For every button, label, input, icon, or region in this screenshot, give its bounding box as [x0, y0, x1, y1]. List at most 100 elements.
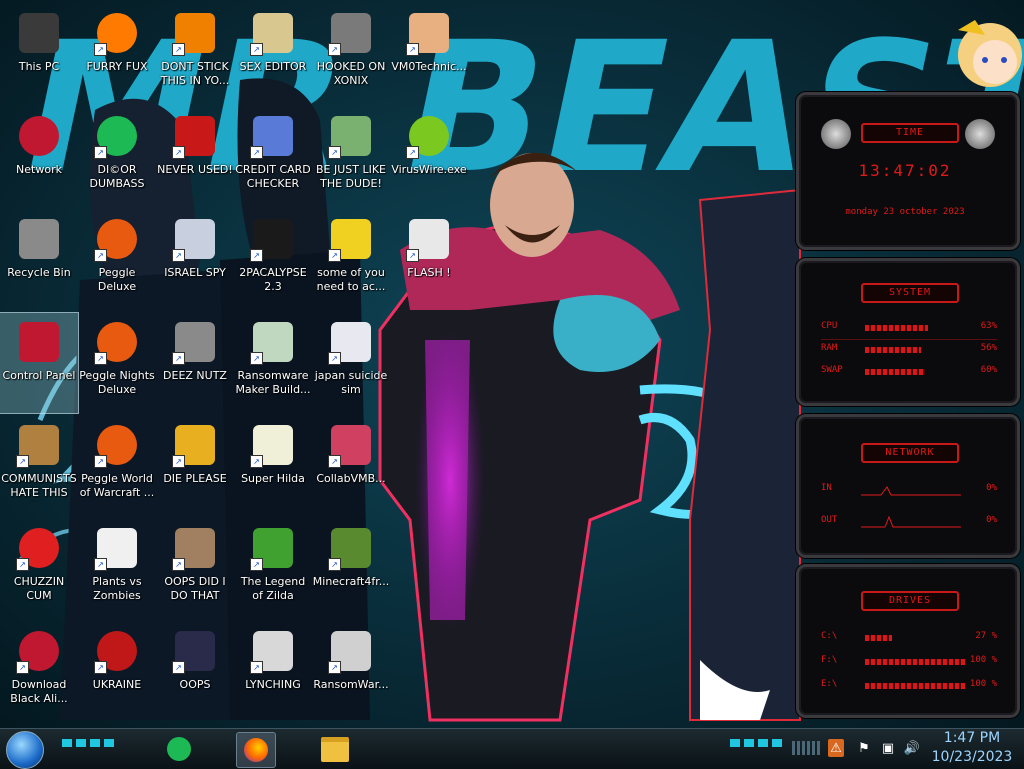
desktop-icon[interactable]: ↗ OOPS DID I DO THAT	[156, 519, 234, 619]
drive-row-bar	[865, 659, 965, 665]
dude-icon: ↗	[328, 113, 374, 159]
desktop-icon-label: CollabVMB...	[316, 472, 386, 485]
desktop-icon[interactable]: ↗ japan suicide sim	[312, 313, 390, 413]
minecraft-icon: ↗	[328, 525, 374, 571]
desktop-icon[interactable]: ↗ OOPS	[156, 622, 234, 722]
desktop-icon[interactable]: ↗ Ransomware Maker Build...	[234, 313, 312, 413]
system-row-value: 63%	[980, 321, 997, 331]
shortcut-arrow-icon: ↗	[94, 455, 107, 468]
desktop-icon[interactable]: Recycle Bin	[0, 210, 78, 310]
shortcut-arrow-icon: ↗	[172, 146, 185, 159]
desktop-icon-label: OOPS	[179, 678, 211, 691]
time-gadget[interactable]: TIME 13:47:02 monday 23 october 2023	[796, 92, 1020, 250]
desktop-icon[interactable]: ↗ FLASH !	[390, 210, 468, 310]
desktop-icon[interactable]: ↗ ISRAEL SPY	[156, 210, 234, 310]
drives-gadget[interactable]: DRIVES C:\ 27 % F:\ 100 % E:\ 100 %	[796, 564, 1020, 718]
desktop-icon[interactable]: ↗ CREDIT CARD CHECKER	[234, 107, 312, 207]
desktop-icon[interactable]: ↗ UKRAINE	[78, 622, 156, 722]
desktop-icon[interactable]: ↗ NEVER USED!	[156, 107, 234, 207]
taskbar-clock[interactable]: 1:47 PM 10/23/2023	[930, 729, 1014, 767]
desktop-icon-label: Download Black Ali...	[10, 678, 68, 705]
taskbar: ⚠ ⚑ ▣ 🔊 1:47 PM 10/23/2023	[0, 728, 1024, 769]
lime-icon: ↗	[406, 113, 452, 159]
system-row-label: CPU	[821, 321, 838, 331]
network-gadget[interactable]: NETWORK IN 0% OUT 0%	[796, 414, 1020, 558]
desktop-icon[interactable]: This PC	[0, 4, 78, 104]
desktop-icon[interactable]: ↗ Peggle World of Warcraft ...	[78, 416, 156, 516]
desktop-icon[interactable]: ↗ COMMUNISTS HATE THIS G...	[0, 416, 78, 516]
desktop-icon[interactable]: ↗ Plants vs Zombies	[78, 519, 156, 619]
desktop-icon[interactable]: ↗ RansomWar...	[312, 622, 390, 722]
desktop-icon-label: The Legend of Zilda	[240, 575, 306, 602]
desktop-icon[interactable]: ↗ Minecraft4fr...	[312, 519, 390, 619]
taskbar-spotify-button[interactable]	[160, 732, 198, 766]
desktop-icon-label: FLASH !	[407, 266, 451, 279]
desktop-icon[interactable]: ↗ VirusWire.exe	[390, 107, 468, 207]
shortcut-arrow-icon: ↗	[406, 43, 419, 56]
shortcut-arrow-icon: ↗	[328, 352, 341, 365]
network-icon[interactable]: ▣	[880, 739, 896, 757]
desktop-icon[interactable]: ↗ Peggle Nights Deluxe	[78, 313, 156, 413]
desktop-icon[interactable]: ↗ Peggle Deluxe	[78, 210, 156, 310]
start-orb-icon[interactable]	[6, 731, 44, 769]
speaker-icon[interactable]: 🔊	[904, 739, 920, 757]
shortcut-arrow-icon: ↗	[250, 661, 263, 674]
spotify-icon	[167, 737, 191, 761]
time-gadget-title: TIME	[861, 123, 959, 143]
system-row-value: 56%	[980, 343, 997, 353]
flash-file-icon: ↗	[406, 216, 452, 262]
pixel-hilda-icon: ↗	[250, 422, 296, 468]
desktop-icon-label: Minecraft4fr...	[312, 575, 390, 588]
desktop-icon[interactable]: ↗ CollabVMB...	[312, 416, 390, 516]
network-out-value: 0%	[986, 515, 997, 525]
spotify-icon: ↗	[94, 113, 140, 159]
desktop-icon[interactable]: ↗ SEX EDITOR	[234, 4, 312, 104]
desktop-icon-label: 2PACALYPSE 2.3	[239, 266, 307, 293]
desktop-icon-label: OOPS DID I DO THAT	[164, 575, 226, 602]
desktop-icon-label: VirusWire.exe	[391, 163, 467, 176]
desktop-icon[interactable]: ↗ Download Black Ali...	[0, 622, 78, 722]
skull-icon: ↗	[328, 628, 374, 674]
desktop-icon[interactable]: ↗ The Legend of Zilda	[234, 519, 312, 619]
desktop-icon[interactable]: ↗ FURRY FUX	[78, 4, 156, 104]
taskbar-decoration	[62, 739, 116, 747]
desktop-icon[interactable]: ↗ 2PACALYPSE 2.3	[234, 210, 312, 310]
taskbar-firefox-button[interactable]	[236, 732, 276, 768]
desktop-icon[interactable]: ↗ DI©OR DUMBASS	[78, 107, 156, 207]
system-gadget[interactable]: SYSTEM CPU 63% RAM 56% SWAP 60%	[796, 258, 1020, 406]
desktop-icon-label: Ransomware Maker Build...	[235, 369, 311, 396]
system-row-label: SWAP	[821, 365, 843, 375]
window-app-icon: ↗	[250, 319, 296, 365]
shield-icon[interactable]: ⚠	[828, 739, 844, 757]
desktop-icon[interactable]: ↗ DIE PLEASE	[156, 416, 234, 516]
shortcut-arrow-icon: ↗	[328, 455, 341, 468]
xonix-icon: ↗	[328, 10, 374, 56]
desktop-icon-label: This PC	[18, 60, 60, 73]
desktop-icon[interactable]: ↗ LYNCHING	[234, 622, 312, 722]
desktop-icon[interactable]: Control Panel	[0, 312, 79, 414]
shortcut-arrow-icon: ↗	[94, 558, 107, 571]
taskbar-date: 10/23/2023	[931, 749, 1013, 765]
desktop-icon[interactable]: ↗ DEEZ NUTZ	[156, 313, 234, 413]
desktop-icon[interactable]: Network	[0, 107, 78, 207]
system-row-bar	[865, 347, 921, 353]
flag-icon[interactable]: ⚑	[856, 739, 872, 757]
desktop-icon[interactable]: ↗ BE JUST LIKE THE DUDE!	[312, 107, 390, 207]
network-in-graph	[861, 486, 961, 496]
peggle-icon: ↗	[94, 216, 140, 262]
desktop-icon[interactable]: ↗ CHUZZIN CUM	[0, 519, 78, 619]
desktop-icon-label: CHUZZIN CUM	[13, 575, 65, 602]
desktop-icon[interactable]: ↗ DONT STICK THIS IN YO...	[156, 4, 234, 104]
taskbar-decoration	[730, 739, 784, 747]
desktop-icon[interactable]: ↗ Super Hilda	[234, 416, 312, 516]
desktop-icon[interactable]: ↗ HOOKED ON XONIX	[312, 4, 390, 104]
network-in-row: IN 0%	[821, 483, 997, 497]
desktop-icon-label: SEX EDITOR	[239, 60, 307, 73]
desktop-icon[interactable]: ↗ some of you need to ac...	[312, 210, 390, 310]
taskbar-file-explorer-button[interactable]	[316, 732, 354, 766]
system-separator	[821, 339, 997, 340]
chuzzle-icon: ↗	[16, 525, 62, 571]
drive-row-value: 27 %	[975, 631, 997, 641]
desktop-icon-label: CREDIT CARD CHECKER	[235, 163, 311, 190]
desktop-icon[interactable]: ↗ VM0Technic...	[390, 4, 468, 104]
